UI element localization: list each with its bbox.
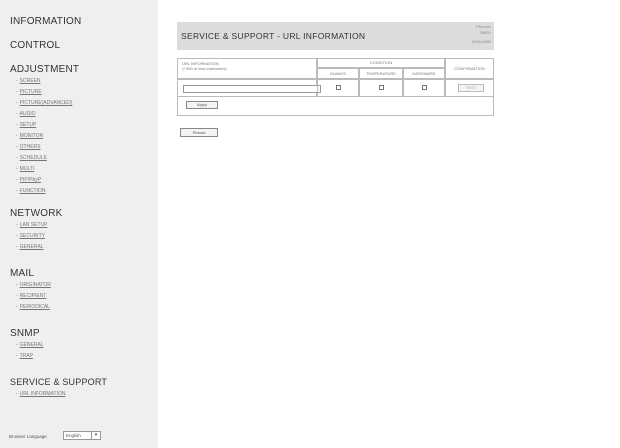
sidebar-item-trap[interactable]: - TRAP: [16, 353, 33, 359]
condition-hardware-label: HARDWARE: [403, 68, 445, 79]
sidebar-item-network-general[interactable]: - GENERAL: [16, 244, 44, 250]
chevron-down-icon: ▾: [91, 432, 100, 439]
confirmation-header: CONFIRMATION: [445, 58, 494, 79]
sidebar-item-url-information[interactable]: - URL INFORMATION: [16, 391, 66, 397]
sidebar-item-picture[interactable]: - PICTURE: [16, 89, 42, 95]
sidebar-item-snmp-general[interactable]: - GENERAL: [16, 342, 44, 348]
nav-service-support: SERVICE & SUPPORT: [10, 377, 108, 387]
sidebar-item-multi[interactable]: - MULTI: [16, 166, 34, 172]
always-checkbox[interactable]: [336, 85, 341, 90]
resolution: 1920x1080: [471, 39, 491, 44]
sidebar-item-pip[interactable]: - PIP/PbyP: [16, 177, 41, 183]
sidebar-item-audio[interactable]: - AUDIO: [16, 111, 36, 117]
sidebar-item-monitor[interactable]: - MONITOR: [16, 133, 43, 139]
sidebar: INFORMATION CONTROL ADJUSTMENT - SCREEN -…: [0, 0, 158, 448]
sidebar-item-originator[interactable]: - ORIGINATOR: [16, 282, 51, 288]
temperature-checkbox[interactable]: [379, 85, 384, 90]
sidebar-item-screen[interactable]: - SCREEN: [16, 78, 41, 84]
apply-button[interactable]: Apply: [186, 101, 218, 109]
page-header: SERVICE & SUPPORT - URL INFORMATION PN-x…: [177, 22, 494, 50]
browser-language-value: English: [66, 433, 81, 438]
url-header-note: (* 500 or less characters): [182, 66, 227, 71]
nav-adjustment: ADJUSTMENT: [10, 64, 80, 75]
condition-temperature-label: TEMPERATURE: [359, 68, 403, 79]
sidebar-item-picture-advanced[interactable]: - PICTURE(ADVANCED): [16, 100, 72, 106]
browser-language-select[interactable]: English ▾: [63, 431, 101, 440]
browser-language-label: Browser Language: [9, 434, 47, 439]
sidebar-item-others[interactable]: - OTHERS: [16, 144, 41, 150]
sidebar-item-function[interactable]: - FUNCTION: [16, 188, 46, 194]
nav-mail: MAIL: [10, 268, 35, 279]
nav-snmp: SNMP: [10, 328, 40, 339]
reload-button[interactable]: Reload: [180, 128, 218, 137]
nav-information[interactable]: INFORMATION: [10, 16, 81, 27]
sidebar-item-recipient[interactable]: - RECIPIENT: [16, 293, 46, 299]
page-title: SERVICE & SUPPORT - URL INFORMATION: [181, 31, 366, 41]
url-header-cell: URL INFORMATION (* 500 or less character…: [177, 58, 317, 79]
nav-network: NETWORK: [10, 208, 63, 219]
hardware-checkbox[interactable]: [422, 85, 427, 90]
test-button[interactable]: TEST: [458, 84, 484, 92]
sidebar-item-security[interactable]: - SECURITY: [16, 233, 45, 239]
model-name: PN-xxxx: [476, 24, 491, 29]
monitor-name: DMS4: [479, 30, 491, 35]
sidebar-item-schedule[interactable]: - SCHEDULE: [16, 155, 47, 161]
condition-always-label: ALWAYS: [317, 68, 359, 79]
condition-header: CONDITION: [317, 58, 445, 68]
nav-control[interactable]: CONTROL: [10, 40, 60, 51]
sidebar-item-periodical[interactable]: - PERIODICAL: [16, 304, 50, 310]
sidebar-item-lan-setup[interactable]: - LAN SETUP: [16, 222, 47, 228]
url-information-input[interactable]: [183, 85, 321, 93]
sidebar-item-setup[interactable]: - SETUP: [16, 122, 36, 128]
